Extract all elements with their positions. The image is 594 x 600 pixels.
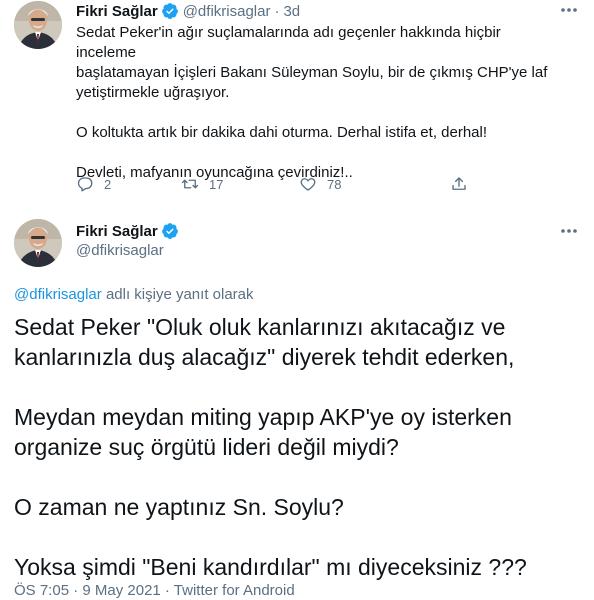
main-tweet-text: Sedat Peker "Oluk oluk kanlarınızı akıta… <box>14 312 580 582</box>
like-button[interactable]: 78 <box>299 175 341 193</box>
main-author-handle[interactable]: @dfikrisaglar <box>76 242 164 259</box>
parent-tweet-header: Fikri Sağlar @dfikrisaglar · 3d <box>76 1 300 21</box>
retweet-count: 17 <box>209 176 224 192</box>
reply-count: 2 <box>104 176 112 192</box>
share-icon <box>452 177 466 190</box>
main-text-line: O zaman ne yaptınız Sn. Soylu? <box>14 494 344 520</box>
tweet-meta-timestamp[interactable]: ÖS 7:05 · 9 May 2021 · Twitter for Andro… <box>14 582 295 599</box>
parent-avatar[interactable] <box>14 1 62 49</box>
parent-text-line: O koltukta artık bir dakika dahi oturma.… <box>76 124 488 141</box>
like-icon <box>300 178 316 191</box>
parent-author-name[interactable]: Fikri Sağlar <box>76 3 158 20</box>
share-button[interactable] <box>450 175 478 193</box>
parent-text-line: Sedat Peker'in ağır suçlamalarında adı g… <box>76 24 501 61</box>
main-text-line: Sedat Peker "Oluk oluk kanlarınızı akıta… <box>14 314 506 340</box>
verified-badge-icon <box>161 2 179 20</box>
parent-action-bar: 2 17 78 <box>76 175 506 195</box>
main-avatar[interactable] <box>14 219 62 267</box>
reply-mention-link[interactable]: @dfikrisaglar <box>14 286 102 303</box>
parent-timestamp[interactable]: 3d <box>283 3 300 20</box>
parent-text-line: başlatamayan İçişleri Bakanı Süleyman So… <box>76 64 548 81</box>
separator-dot: · <box>274 2 280 20</box>
reply-icon <box>77 177 93 192</box>
retweet-button[interactable]: 17 <box>181 175 223 193</box>
main-text-line: Meydan meydan miting yapıp AKP'ye oy ist… <box>14 404 512 430</box>
more-options-icon[interactable] <box>558 222 580 240</box>
more-options-icon[interactable] <box>558 1 580 19</box>
main-text-line: organize suç örgütü lideri değil miydi? <box>14 434 399 460</box>
retweet-icon <box>181 179 199 189</box>
reply-suffix: adlı kişiye yanıt olarak <box>105 286 254 303</box>
main-author-name[interactable]: Fikri Sağlar <box>76 223 158 240</box>
parent-text-line: yetiştirmekle uğraşıyor. <box>76 84 230 101</box>
main-text-line: kanlarınızla duş alacağız" diyerek tehdi… <box>14 344 515 370</box>
like-count: 78 <box>327 176 342 192</box>
parent-author-handle[interactable]: @dfikrisaglar <box>183 3 271 20</box>
verified-badge-icon <box>161 222 179 240</box>
parent-tweet-text: Sedat Peker'in ağır suçlamalarında adı g… <box>76 23 562 183</box>
replying-to-line: @dfikrisaglar adlı kişiye yanıt olarak <box>14 286 254 303</box>
main-text-line: Yoksa şimdi "Beni kandırdılar" mı diyece… <box>14 554 527 580</box>
reply-button[interactable]: 2 <box>76 175 111 193</box>
main-author-name-row: Fikri Sağlar <box>76 222 179 240</box>
